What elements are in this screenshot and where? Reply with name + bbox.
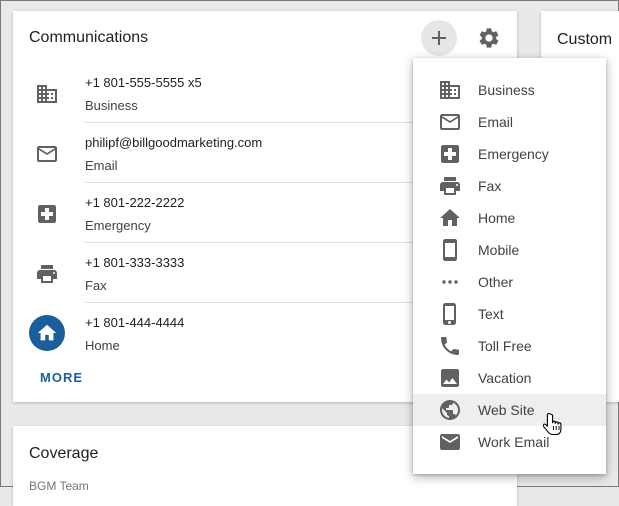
- menu-item-label: Fax: [478, 178, 502, 194]
- communication-type: Business: [85, 98, 138, 113]
- text-phone-icon: [443, 303, 456, 325]
- communication-value: +1 801-333-3333: [85, 255, 185, 270]
- menu-item-label: Web Site: [478, 402, 535, 418]
- menu-item-web-site[interactable]: Web Site: [413, 394, 606, 426]
- communication-type: Emergency: [85, 218, 151, 233]
- communication-value: philipf@billgoodmarketing.com: [85, 135, 263, 150]
- fax-icon: [37, 265, 57, 283]
- menu-item-vacation[interactable]: Vacation: [413, 362, 606, 394]
- menu-item-label: Text: [478, 306, 504, 322]
- menu-item-other[interactable]: Other: [413, 266, 606, 298]
- primary-badge: [29, 315, 65, 351]
- mobile-icon: [443, 239, 457, 261]
- plus-icon: [432, 31, 446, 45]
- menu-item-label: Work Email: [478, 434, 550, 450]
- communications-title: Communications: [29, 29, 149, 46]
- more-horizontal-icon: [442, 280, 458, 284]
- custom-title: Custom: [557, 31, 613, 48]
- menu-item-label: Vacation: [478, 370, 532, 386]
- coverage-subtitle: BGM Team: [29, 479, 89, 493]
- menu-item-emergency[interactable]: Emergency: [413, 138, 606, 170]
- communication-type: Email: [85, 158, 118, 173]
- business-icon: [440, 81, 460, 99]
- menu-item-toll-free[interactable]: Toll Free: [413, 330, 606, 362]
- phone-icon: [441, 337, 459, 355]
- business-icon: [37, 85, 57, 103]
- menu-item-work-email[interactable]: Work Email: [413, 426, 606, 458]
- add-communication-menu: Business Email Emergency Fax Home Mobile…: [413, 58, 606, 474]
- menu-item-label: Emergency: [478, 146, 549, 162]
- menu-item-label: Toll Free: [478, 338, 532, 354]
- menu-item-label: Business: [478, 82, 535, 98]
- coverage-title: Coverage: [29, 445, 99, 462]
- settings-button[interactable]: [471, 20, 507, 56]
- home-icon: [440, 209, 460, 226]
- menu-item-business[interactable]: Business: [413, 74, 606, 106]
- email-outline-icon: [440, 114, 460, 130]
- menu-item-mobile[interactable]: Mobile: [413, 234, 606, 266]
- home-icon: [37, 324, 57, 341]
- menu-item-email[interactable]: Email: [413, 106, 606, 138]
- more-link[interactable]: MORE: [40, 370, 83, 385]
- emergency-icon: [441, 145, 459, 163]
- communication-type: Fax: [85, 278, 107, 293]
- menu-item-home[interactable]: Home: [413, 202, 606, 234]
- email-icon: [37, 146, 57, 162]
- menu-item-label: Mobile: [478, 242, 520, 258]
- email-filled-icon: [440, 434, 460, 450]
- communication-value: +1 801-555-5555 x5: [85, 75, 202, 90]
- add-communication-button[interactable]: [421, 20, 457, 56]
- menu-item-label: Home: [478, 210, 516, 226]
- communication-value: +1 801-222-2222: [85, 195, 185, 210]
- menu-item-label: Email: [478, 114, 514, 130]
- fax-icon: [440, 177, 460, 195]
- hand-cursor-icon: [543, 412, 562, 436]
- menu-item-label: Other: [478, 274, 514, 290]
- communication-value: +1 801-444-4444: [85, 315, 185, 330]
- globe-icon: [440, 400, 460, 420]
- menu-item-text[interactable]: Text: [413, 298, 606, 330]
- image-icon: [441, 369, 459, 387]
- menu-item-fax[interactable]: Fax: [413, 170, 606, 202]
- emergency-icon: [38, 205, 56, 223]
- gear-icon: [479, 28, 499, 48]
- communication-type: Home: [85, 338, 120, 353]
